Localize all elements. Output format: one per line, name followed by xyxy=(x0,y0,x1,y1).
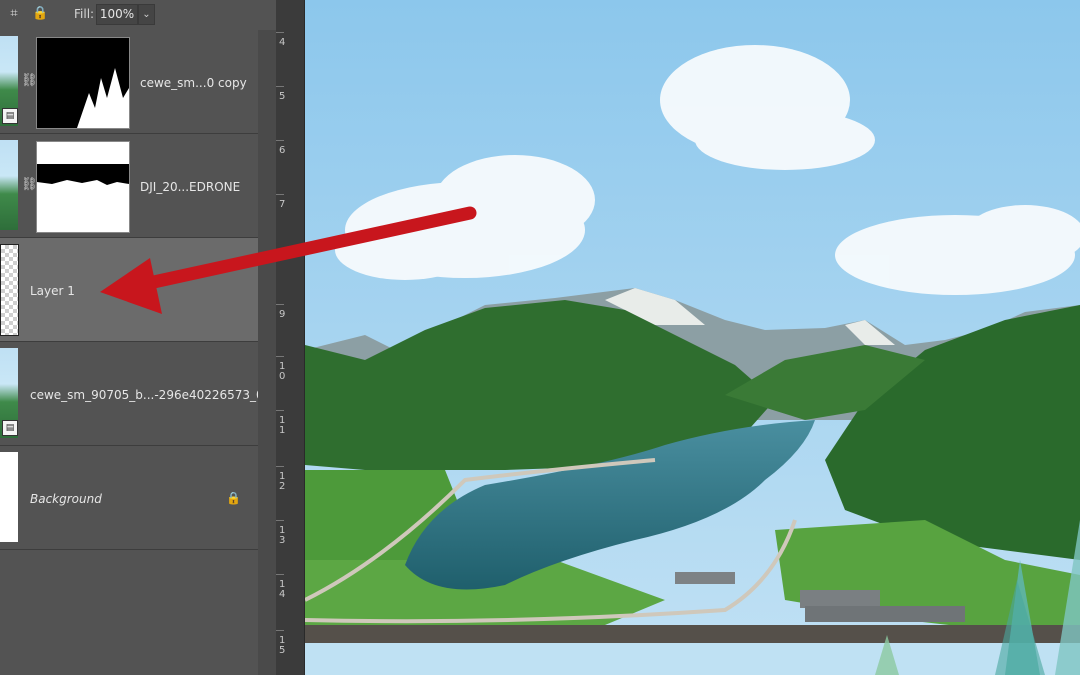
layers-scrollbar[interactable] xyxy=(258,30,276,675)
ruler-tick-line xyxy=(276,86,284,87)
layer-thumbnail[interactable]: ▤ xyxy=(0,36,18,126)
tree-mask-silhouette xyxy=(37,38,129,128)
ruler-tick-label: 4 xyxy=(279,37,286,48)
ruler-tick-label: 1 1 xyxy=(279,415,286,436)
layer-thumbnail[interactable] xyxy=(0,140,18,230)
ruler-tick-label: 5 xyxy=(279,91,286,102)
ruler-tick-line xyxy=(276,194,284,195)
ruler-tick-line xyxy=(276,410,284,411)
layer-row[interactable]: ▤ ⛓ cewe_sm...0 copy xyxy=(0,30,258,134)
layer-thumbnail[interactable] xyxy=(0,244,19,336)
artboard-icon[interactable]: ⌗ xyxy=(6,6,22,22)
document-canvas[interactable] xyxy=(305,0,1080,675)
ruler-tick-label: 9 xyxy=(279,309,286,320)
layer-row[interactable]: ▤ cewe_sm_90705_b...-296e40226573_0 xyxy=(0,342,264,446)
vertical-ruler: 4 5 6 7 9 1 0 1 1 1 2 1 3 1 4 1 5 xyxy=(276,0,305,675)
landscape-image xyxy=(305,0,1080,675)
fill-label: Fill: xyxy=(74,7,95,21)
lock-icon[interactable]: 🔒 xyxy=(32,6,48,22)
ruler-tick-label: 7 xyxy=(279,199,286,210)
layer-row[interactable]: ⛓ DJI_20...EDRONE xyxy=(0,134,258,238)
layer-thumbnail[interactable] xyxy=(0,452,18,542)
ruler-tick-line xyxy=(276,304,284,305)
layer-name[interactable]: Background xyxy=(30,492,102,506)
layers-panel: ⌗ 🔒 Fill: 100% ⌄ ▤ ⛓ cewe_sm...0 copy ⛓ xyxy=(0,0,276,675)
ruler-tick-line xyxy=(276,574,284,575)
ruler-tick-label: 1 5 xyxy=(279,635,286,656)
layer-thumbnail[interactable]: ▤ xyxy=(0,348,18,438)
ruler-tick-line xyxy=(276,32,284,33)
chevron-down-icon[interactable]: ⌄ xyxy=(138,4,155,25)
smart-object-icon: ▤ xyxy=(2,420,18,436)
ruler-tick-label: 1 0 xyxy=(279,361,286,382)
smart-object-icon: ▤ xyxy=(2,108,18,124)
layers-list: ▤ ⛓ cewe_sm...0 copy ⛓ DJI_20...EDRONE L… xyxy=(0,30,264,550)
layer-name[interactable]: Layer 1 xyxy=(30,284,75,298)
layer-name[interactable]: DJI_20...EDRONE xyxy=(140,180,240,194)
layer-mask-thumbnail[interactable] xyxy=(36,37,130,129)
fill-input[interactable]: 100% xyxy=(96,4,138,25)
lock-icon[interactable]: 🔒 xyxy=(226,491,241,505)
layers-toolbar: ⌗ 🔒 Fill: 100% ⌄ xyxy=(0,0,276,30)
sky-mask-shape xyxy=(37,142,129,232)
ruler-tick-label: 1 2 xyxy=(279,471,286,492)
layer-row[interactable]: Background 🔒 xyxy=(0,446,258,550)
layer-mask-thumbnail[interactable] xyxy=(36,141,130,233)
ruler-tick-label: 1 4 xyxy=(279,579,286,600)
ruler-tick-line xyxy=(276,520,284,521)
layer-name[interactable]: cewe_sm...0 copy xyxy=(140,76,247,90)
ruler-tick-label: 6 xyxy=(279,145,286,156)
ruler-tick-line xyxy=(276,630,284,631)
ruler-tick-label: 1 3 xyxy=(279,525,286,546)
ruler-tick-line xyxy=(276,356,284,357)
ruler-tick-line xyxy=(276,466,284,467)
layer-row-selected[interactable]: Layer 1 xyxy=(0,238,258,342)
layer-name[interactable]: cewe_sm_90705_b...-296e40226573_0 xyxy=(30,388,264,402)
ruler-tick-line xyxy=(276,140,284,141)
